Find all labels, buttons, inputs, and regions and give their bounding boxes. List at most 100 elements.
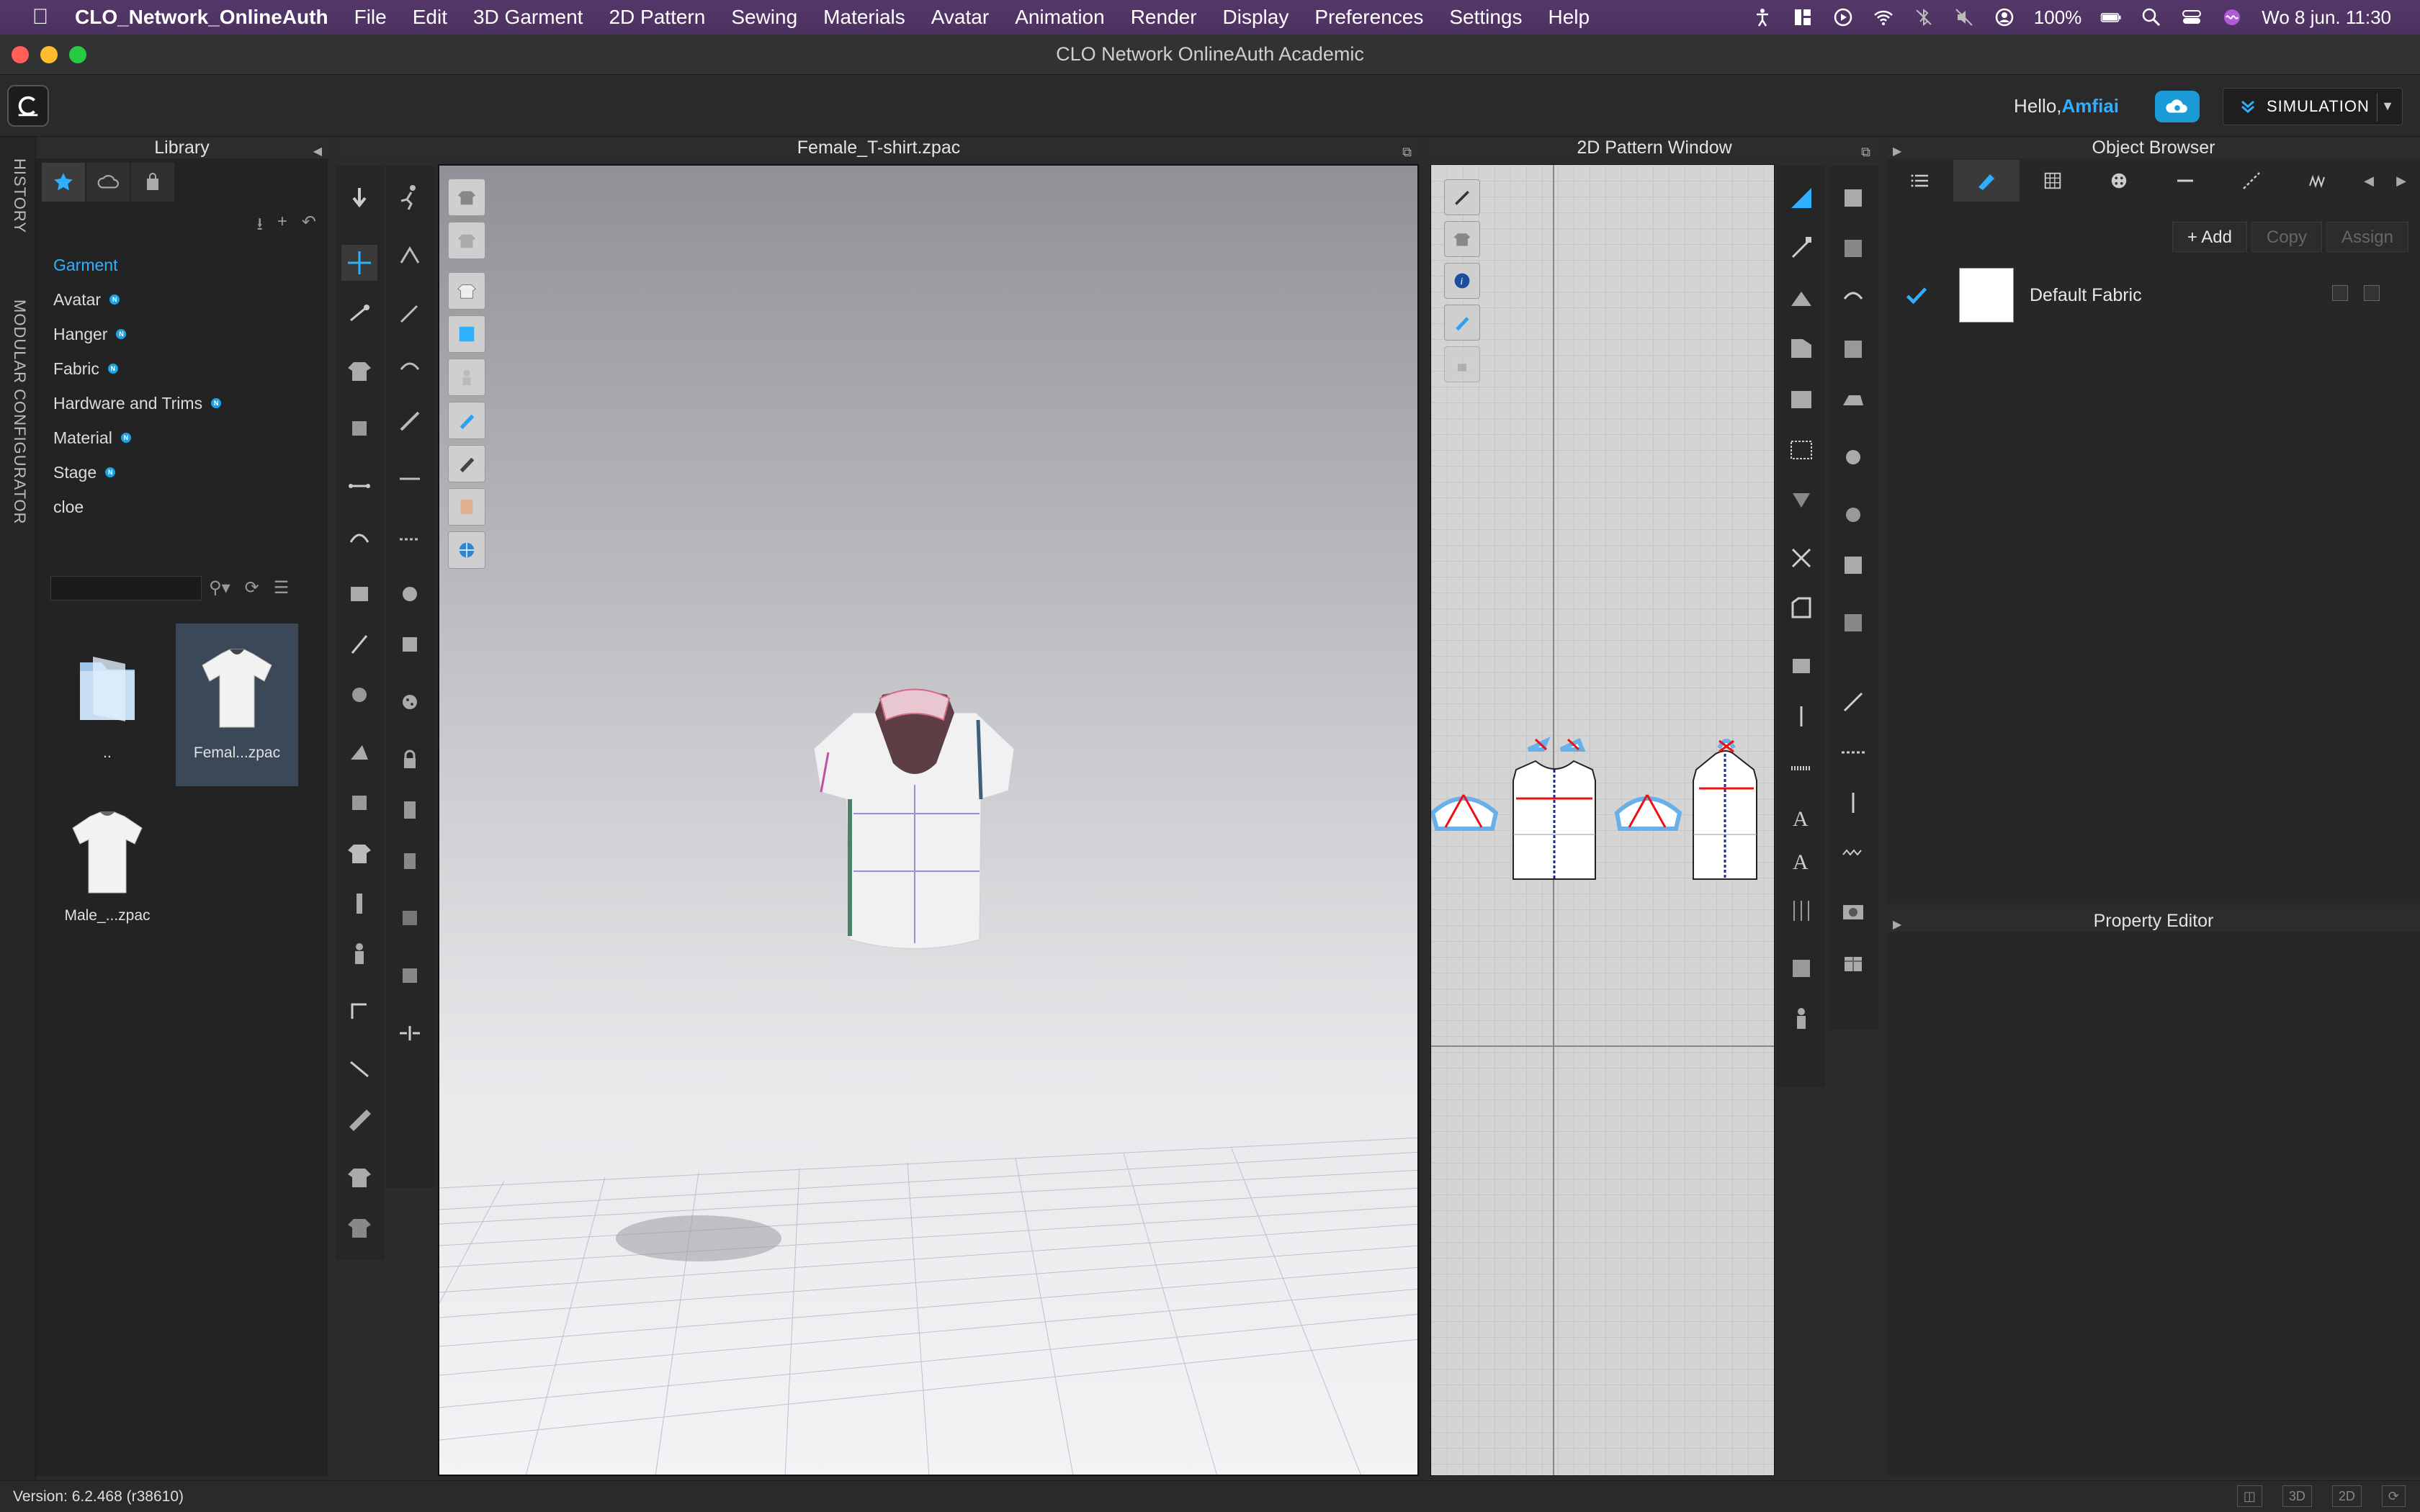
transform-pattern-icon[interactable] — [1783, 180, 1819, 216]
menu-materials[interactable]: Materials — [810, 6, 918, 29]
folder-up-item[interactable]: .. — [46, 624, 169, 786]
wifi-icon[interactable] — [1873, 6, 1894, 28]
scroll-left-button[interactable]: ◀ — [2351, 160, 2387, 202]
user-account-icon[interactable] — [1994, 6, 2015, 28]
texture-tool-icon[interactable] — [341, 576, 377, 612]
button-tool-icon[interactable] — [392, 684, 428, 720]
history-tab[interactable]: HISTORY — [10, 158, 29, 233]
buttonhole-tool-icon[interactable] — [392, 792, 428, 828]
cloud-library-tab[interactable] — [86, 163, 130, 202]
library-item-garment[interactable]: Garment — [53, 248, 221, 282]
segment-tool-icon[interactable] — [341, 468, 377, 504]
list-tab[interactable] — [1887, 160, 1953, 202]
clo-cloud-button[interactable] — [2155, 91, 2200, 122]
menu-3d-garment[interactable]: 3D Garment — [460, 6, 596, 29]
pattern-tool-icon[interactable] — [341, 410, 377, 446]
select-move-icon[interactable] — [341, 245, 377, 281]
ruler-tool-icon[interactable] — [341, 1102, 377, 1138]
avatar-run-icon[interactable] — [392, 179, 428, 215]
back-arrow-icon[interactable]: ↶ — [302, 212, 316, 241]
graphic-tab[interactable] — [2020, 160, 2086, 202]
siri-icon[interactable] — [2221, 6, 2243, 28]
menubar-clock[interactable]: Wo 8 jun. 11:30 — [2262, 6, 2391, 29]
puckering-tool-icon[interactable] — [392, 346, 428, 382]
pleat-tool-icon[interactable] — [392, 238, 428, 274]
battery-icon[interactable] — [2100, 6, 2122, 28]
menu-edit[interactable]: Edit — [400, 6, 460, 29]
pin-tool-icon[interactable] — [341, 626, 377, 662]
split-view-icon[interactable]: ◫ — [2236, 1485, 2262, 1507]
modular-configurator-tab[interactable]: MODULAR CONFIGURATOR — [10, 300, 29, 525]
texture-view-icon[interactable] — [448, 402, 485, 439]
menu-help[interactable]: Help — [1536, 6, 1603, 29]
knit-pattern-icon[interactable] — [1835, 547, 1871, 583]
refresh-view-icon[interactable]: ⟳ — [2381, 1485, 2406, 1507]
gift-box-icon[interactable] — [1835, 943, 1871, 979]
scroll-right-button[interactable]: ▶ — [2387, 160, 2416, 202]
text-tool-icon[interactable]: A — [1783, 799, 1819, 835]
library-item-avatar[interactable]: Avatar N — [53, 282, 221, 317]
avatar-skin-icon[interactable] — [448, 488, 485, 526]
globe-environment-icon[interactable] — [448, 531, 485, 569]
library-item-hanger[interactable]: Hanger N — [53, 317, 221, 351]
knit-tool-icon[interactable] — [392, 576, 428, 612]
library-search-input[interactable] — [50, 576, 202, 600]
pose-tool-icon[interactable] — [341, 1051, 377, 1087]
graphic-tool-icon[interactable] — [392, 626, 428, 662]
menu-sewing[interactable]: Sewing — [718, 6, 810, 29]
add-folder-icon[interactable]: + — [277, 212, 287, 241]
edit-curvature-icon[interactable] — [1783, 281, 1819, 317]
tape-tool-icon[interactable] — [341, 677, 377, 713]
grading-tool-icon[interactable] — [1783, 893, 1819, 929]
popout-icon[interactable]: ⧉ — [1861, 141, 1870, 163]
rectangle-tool-icon[interactable] — [1783, 382, 1819, 418]
sewing-tool-icon[interactable] — [341, 518, 377, 554]
menu-animation[interactable]: Animation — [1002, 6, 1118, 29]
pattern-sleeve-right[interactable] — [1614, 794, 1682, 831]
display-shirt-icon[interactable] — [448, 222, 485, 259]
display-garment-icon[interactable] — [448, 179, 485, 216]
garment-block-icon[interactable] — [341, 835, 377, 871]
iron-tool-icon[interactable] — [1835, 382, 1871, 418]
fabric-delete-icon[interactable] — [2364, 285, 2380, 301]
library-item-hardware-trims[interactable]: Hardware and Trims N — [53, 386, 222, 420]
topstitch-tab[interactable] — [2218, 160, 2285, 202]
avatar-measure-icon[interactable] — [341, 785, 377, 821]
trim-tool-icon[interactable] — [392, 900, 428, 936]
shirt-tool-icon[interactable] — [341, 1159, 377, 1195]
segment-sewing-icon[interactable] — [1783, 698, 1819, 734]
pattern-back-body[interactable] — [1693, 739, 1757, 880]
checker-fabric-icon[interactable] — [1835, 605, 1871, 641]
dashed-line-icon[interactable] — [1835, 734, 1871, 770]
download-icon[interactable]: ⭳ — [256, 212, 262, 241]
garment-fit-icon[interactable] — [341, 353, 377, 389]
caret-down-icon[interactable]: ▼ — [2381, 99, 2395, 114]
library-item-stage[interactable]: Stage N — [53, 455, 221, 490]
pattern-shirt-icon[interactable] — [1444, 221, 1480, 257]
close-window-button[interactable] — [12, 46, 29, 63]
sewing-check-icon[interactable] — [1835, 331, 1871, 367]
shaded-view-icon[interactable] — [448, 445, 485, 482]
2d-pattern-viewport[interactable]: i — [1430, 164, 1775, 1476]
brush-tool-icon[interactable] — [392, 403, 428, 439]
fold-tool-icon[interactable] — [341, 734, 377, 770]
fabric-tab[interactable] — [1953, 160, 2020, 202]
3d-viewport[interactable] — [438, 164, 1419, 1476]
minimize-window-button[interactable] — [40, 46, 58, 63]
menu-app-name[interactable]: CLO_Network_OnlineAuth — [62, 6, 341, 29]
puckering-2d-icon[interactable] — [1835, 439, 1871, 475]
polygon-tool-icon[interactable] — [1783, 331, 1819, 367]
zipper-tab[interactable] — [2285, 160, 2351, 202]
assign-fabric-button[interactable]: Assign — [2326, 222, 2408, 252]
zigzag-stitch-icon[interactable] — [1835, 835, 1871, 871]
2d-view-button[interactable]: 2D — [2331, 1485, 2362, 1507]
accessibility-icon[interactable] — [1752, 6, 1773, 28]
button-2d-icon[interactable] — [1835, 497, 1871, 533]
play-circle-icon[interactable] — [1832, 6, 1854, 28]
search-icon[interactable]: ⚲▾ — [209, 577, 230, 598]
store-tab[interactable] — [131, 163, 174, 202]
file-female-tshirt[interactable]: Femal...zpac — [176, 624, 298, 786]
zoom-fit-icon[interactable] — [392, 1015, 428, 1051]
button-tab[interactable] — [2086, 160, 2152, 202]
topstitch-tool-icon[interactable] — [392, 842, 428, 878]
